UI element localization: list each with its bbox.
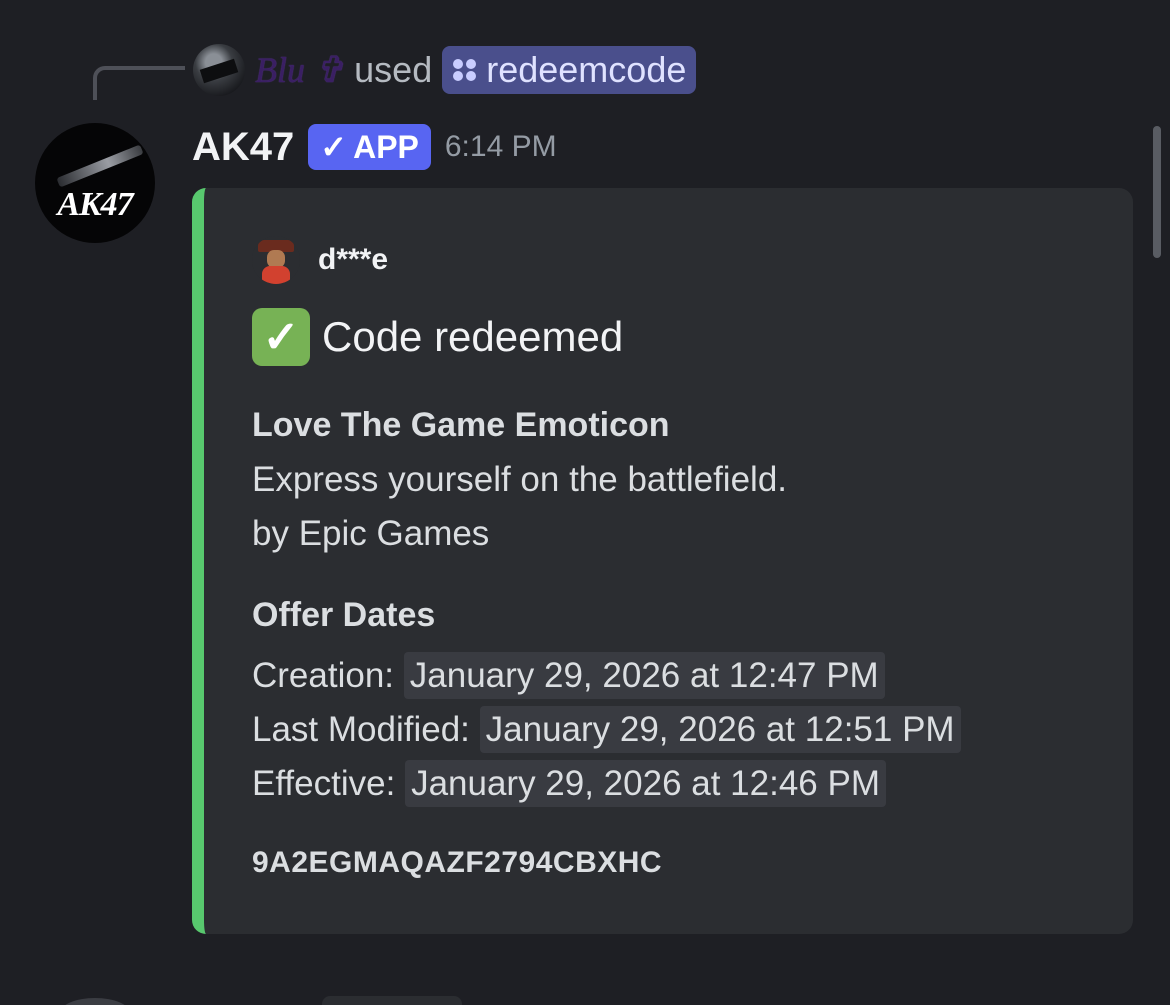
verified-check-icon: ✓ (320, 129, 348, 165)
item-publisher: by Epic Games (252, 514, 490, 553)
embed-title-text: Code redeemed (322, 313, 624, 360)
next-message-avatar[interactable] (60, 998, 130, 1005)
command-mention[interactable]: redeemcode (442, 46, 697, 94)
author-avatar-icon (252, 236, 300, 284)
reply-reference[interactable]: Blu ✞ used redeemcode (193, 42, 697, 98)
rifle-graphic (56, 144, 144, 188)
offer-dates-heading: Offer Dates (252, 596, 436, 634)
embed-card: d***e ✓ Code redeemed Love The Game Emot… (192, 188, 1133, 934)
item-name: Love The Game Emoticon (252, 406, 670, 444)
avatar-logo-text: AK47 (57, 186, 133, 223)
date-label: Creation: (252, 656, 395, 695)
check-mark-icon: ✓ (252, 308, 310, 366)
app-badge: ✓ APP (308, 124, 431, 170)
redeemed-code: 9A2EGMAQAZF2794CBXHC (252, 846, 663, 879)
next-message-fragment (322, 996, 462, 1005)
date-row-effective: Effective: January 29, 2026 at 12:46 PM (252, 760, 886, 807)
reply-user-name[interactable]: Blu ✞ (255, 49, 344, 91)
item-description: Express yourself on the battlefield. (252, 460, 788, 499)
author-name: d***e (318, 243, 389, 276)
embed-author: d***e (252, 236, 388, 284)
message-timestamp[interactable]: 6:14 PM (445, 130, 557, 164)
command-name: redeemcode (486, 49, 687, 90)
date-value[interactable]: January 29, 2026 at 12:51 PM (479, 706, 961, 753)
scrollbar-thumb[interactable] (1153, 126, 1161, 258)
chat-view: Blu ✞ used redeemcode AK47 AK47 ✓ APP 6:… (0, 0, 1170, 1005)
date-value[interactable]: January 29, 2026 at 12:46 PM (405, 760, 886, 807)
message-header: AK47 ✓ APP 6:14 PM (192, 118, 557, 176)
date-label: Effective: (252, 764, 396, 803)
reply-used-text: used (354, 49, 433, 90)
date-value[interactable]: January 29, 2026 at 12:47 PM (403, 652, 885, 699)
date-row-creation: Creation: January 29, 2026 at 12:47 PM (252, 652, 885, 699)
app-badge-label: APP (353, 128, 419, 165)
bot-avatar[interactable]: AK47 (35, 123, 155, 243)
embed-title: ✓ Code redeemed (252, 308, 623, 366)
reply-user-avatar[interactable] (193, 44, 245, 96)
date-label: Last Modified: (252, 710, 470, 749)
app-command-icon (452, 57, 478, 83)
bot-username[interactable]: AK47 (192, 125, 294, 170)
reply-connector (93, 66, 185, 100)
date-row-last-modified: Last Modified: January 29, 2026 at 12:51… (252, 706, 961, 753)
